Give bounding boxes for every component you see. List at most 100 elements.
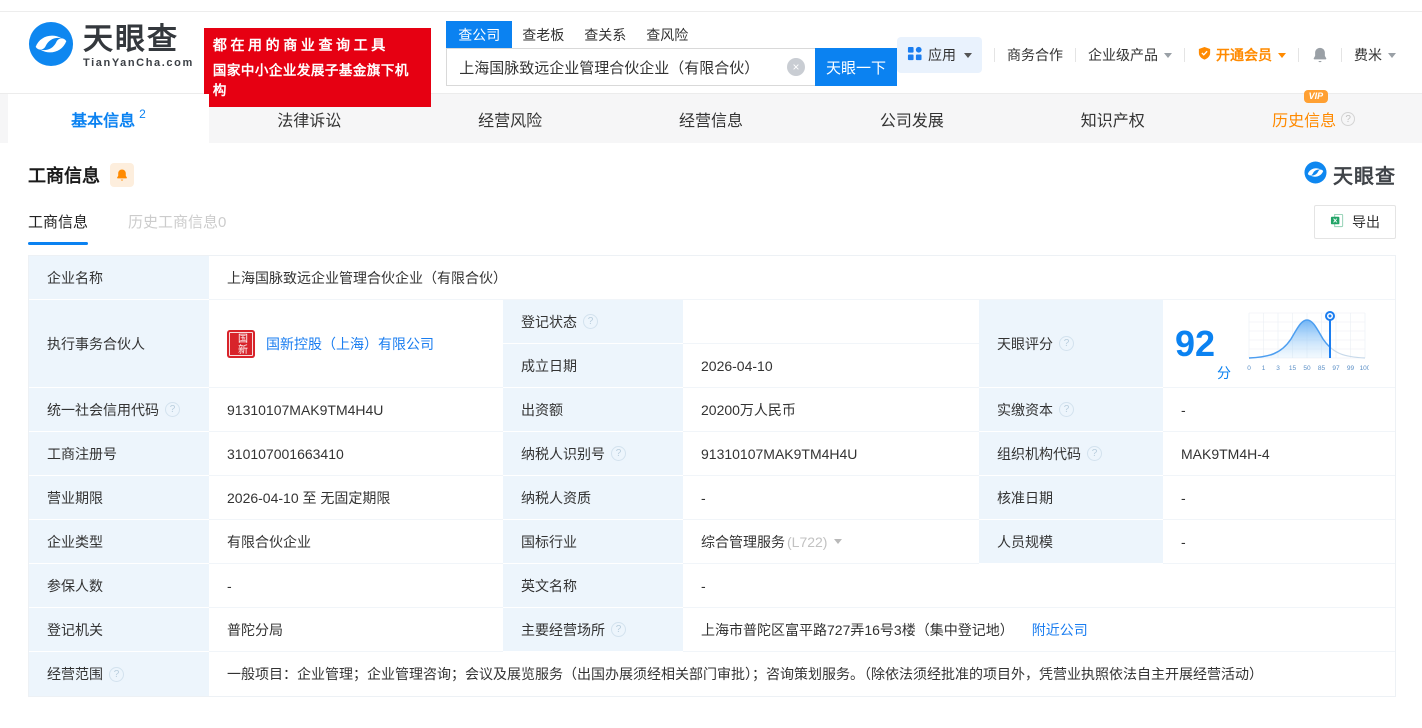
nav-business-cooperation[interactable]: 商务合作 bbox=[1007, 45, 1063, 65]
search-tab-boss[interactable]: 查老板 bbox=[512, 21, 574, 48]
help-icon[interactable]: ? bbox=[165, 402, 180, 417]
field-business-address-value: 上海市普陀区富平路727弄16号3楼（集中登记地） 附近公司 bbox=[683, 608, 1395, 652]
help-icon[interactable]: ? bbox=[611, 622, 626, 637]
subtab-business-info[interactable]: 工商信息 bbox=[28, 211, 89, 245]
field-business-scope-value: 一般项目：企业管理；企业管理咨询；会议及展览服务（出国办展须经相关部门审批）；咨… bbox=[209, 652, 1395, 696]
svg-text:97: 97 bbox=[1332, 365, 1340, 372]
divider bbox=[1341, 48, 1342, 62]
tab-history-info[interactable]: 历史信息 VIP ? bbox=[1213, 89, 1414, 143]
field-company-name-label: 企业名称 bbox=[29, 256, 209, 300]
help-icon[interactable]: ? bbox=[583, 314, 598, 329]
company-tab-bar: 基本信息 2 法律诉讼 经营风险 经营信息 公司发展 知识产权 历史信息 VIP… bbox=[0, 89, 1422, 143]
field-insured-count-label: 参保人数 bbox=[29, 564, 209, 608]
field-credit-code-label: 统一社会信用代码? bbox=[29, 388, 209, 432]
promo-line-1: 都在用的商业查询工具 bbox=[212, 37, 389, 53]
caret-down-icon bbox=[964, 52, 972, 58]
tab-label: 历史信息 bbox=[1272, 112, 1337, 130]
tianyancha-logo-icon bbox=[28, 21, 74, 72]
field-industry-value[interactable]: 综合管理服务 (L722) bbox=[683, 520, 979, 564]
field-biz-term-label: 营业期限 bbox=[29, 476, 209, 520]
tab-label: 公司发展 bbox=[879, 112, 944, 130]
help-icon[interactable]: ? bbox=[1059, 336, 1074, 351]
svg-text:85: 85 bbox=[1318, 365, 1326, 372]
business-info-table: 企业名称 上海国脉致远企业管理合伙企业（有限合伙） 执行事务合伙人 国新 国新控… bbox=[28, 255, 1396, 697]
clear-icon[interactable]: × bbox=[787, 58, 805, 76]
tab-basic-info[interactable]: 基本信息 2 bbox=[8, 94, 209, 143]
nav-enterprise-products[interactable]: 企业级产品 bbox=[1088, 45, 1172, 65]
search-tab-relation[interactable]: 查关系 bbox=[574, 21, 636, 48]
field-executive-partner-label: 执行事务合伙人 bbox=[29, 300, 209, 388]
partner-company-link[interactable]: 国新控股（上海）有限公司 bbox=[266, 334, 434, 354]
crown-icon bbox=[1197, 46, 1212, 64]
partner-company-logo: 国新 bbox=[227, 329, 255, 358]
field-reg-authority-value: 普陀分局 bbox=[209, 608, 503, 652]
help-icon[interactable]: ? bbox=[109, 666, 124, 682]
svg-text:50: 50 bbox=[1303, 365, 1311, 372]
field-reg-number-label: 工商注册号 bbox=[29, 432, 209, 476]
tab-legal-litigation[interactable]: 法律诉讼 bbox=[209, 94, 410, 143]
svg-text:99: 99 bbox=[1347, 365, 1355, 372]
field-reg-number-value: 310107001663410 bbox=[209, 432, 503, 476]
help-icon[interactable]: ? bbox=[611, 446, 626, 461]
field-tianyan-score-value: 92 分 0 1 3 15 50 85 97 99 100 bbox=[1163, 300, 1395, 388]
divider bbox=[1075, 48, 1076, 62]
tab-operation-info[interactable]: 经营信息 bbox=[611, 94, 812, 143]
field-paid-capital-value: - bbox=[1163, 388, 1395, 432]
field-company-name-value: 上海国脉致远企业管理合伙企业（有限合伙） bbox=[209, 256, 1395, 300]
notification-bell-icon[interactable] bbox=[1311, 46, 1329, 64]
brand-domain: TianYanCha.com bbox=[83, 57, 194, 69]
industry-code: (L722) bbox=[787, 533, 828, 550]
svg-text:0: 0 bbox=[1247, 365, 1251, 372]
help-icon[interactable]: ? bbox=[1341, 111, 1356, 126]
score-distribution-chart: 0 1 3 15 50 85 97 99 100 bbox=[1245, 309, 1371, 378]
vip-label: 开通会员 bbox=[1216, 47, 1272, 63]
help-icon[interactable]: ? bbox=[1059, 402, 1074, 417]
divider bbox=[1184, 48, 1185, 62]
header-nav: 应用 商务合作 企业级产品 开通会员 费米 bbox=[897, 37, 1396, 73]
field-insured-count-value: - bbox=[209, 564, 503, 608]
promo-line-2: 国家中小企业发展子基金旗下机构 bbox=[212, 63, 409, 98]
field-credit-code-value: 91310107MAK9TM4H4U bbox=[209, 388, 503, 432]
section-title: 工商信息 bbox=[28, 165, 100, 186]
search-input[interactable] bbox=[446, 48, 815, 86]
tab-label: 知识产权 bbox=[1080, 112, 1145, 130]
search-tab-risk[interactable]: 查风险 bbox=[636, 21, 698, 48]
divider bbox=[994, 48, 995, 62]
user-menu[interactable]: 费米 bbox=[1354, 45, 1396, 65]
tab-label: 基本信息 bbox=[71, 112, 136, 130]
apps-menu[interactable]: 应用 bbox=[897, 37, 982, 73]
tab-label: 法律诉讼 bbox=[277, 112, 342, 130]
brand-logo[interactable]: 天眼查 TianYanCha.com bbox=[28, 21, 194, 72]
field-biz-term-value: 2026-04-10 至 无固定期限 bbox=[209, 476, 503, 520]
nav-open-vip[interactable]: 开通会员 bbox=[1197, 45, 1286, 65]
tab-count-badge: 2 bbox=[139, 106, 146, 121]
help-icon[interactable]: ? bbox=[1087, 446, 1102, 461]
field-tax-qualification-value: - bbox=[683, 476, 979, 520]
tab-operation-risk[interactable]: 经营风险 bbox=[410, 94, 611, 143]
watermark-logo: 天眼查 bbox=[1304, 160, 1396, 189]
field-org-code-value: MAK9TM4H-4 bbox=[1163, 432, 1395, 476]
subtab-history-business-info[interactable]: 历史工商信息0 bbox=[128, 211, 226, 245]
vip-badge: VIP bbox=[1303, 89, 1329, 103]
field-business-address-label: 主要经营场所? bbox=[503, 608, 683, 652]
score-number: 92 bbox=[1175, 322, 1216, 364]
site-header: 天眼查 TianYanCha.com 都在用的商业查询工具 国家中小企业发展子基… bbox=[0, 12, 1422, 107]
svg-text:100: 100 bbox=[1360, 365, 1369, 372]
field-tianyan-score-label: 天眼评分? bbox=[979, 300, 1163, 388]
search-tabs: 查公司 查老板 查关系 查风险 bbox=[446, 21, 897, 48]
nearby-companies-link[interactable]: 附近公司 bbox=[1032, 620, 1088, 640]
divider bbox=[1298, 48, 1299, 62]
search-button[interactable]: 天眼一下 bbox=[815, 48, 897, 86]
field-company-type-label: 企业类型 bbox=[29, 520, 209, 564]
export-button[interactable]: 导出 bbox=[1314, 205, 1396, 239]
field-paid-capital-label: 实缴资本? bbox=[979, 388, 1163, 432]
field-approve-date-label: 核准日期 bbox=[979, 476, 1163, 520]
tab-intellectual-property[interactable]: 知识产权 bbox=[1012, 94, 1213, 143]
monitor-bell-icon[interactable] bbox=[110, 162, 134, 187]
field-english-name-value: - bbox=[683, 564, 1395, 608]
enterprise-label: 企业级产品 bbox=[1088, 47, 1158, 63]
tab-company-development[interactable]: 公司发展 bbox=[811, 94, 1012, 143]
search-tab-company[interactable]: 查公司 bbox=[446, 21, 513, 48]
apps-label: 应用 bbox=[928, 47, 956, 63]
field-tax-id-label: 纳税人识别号? bbox=[503, 432, 683, 476]
